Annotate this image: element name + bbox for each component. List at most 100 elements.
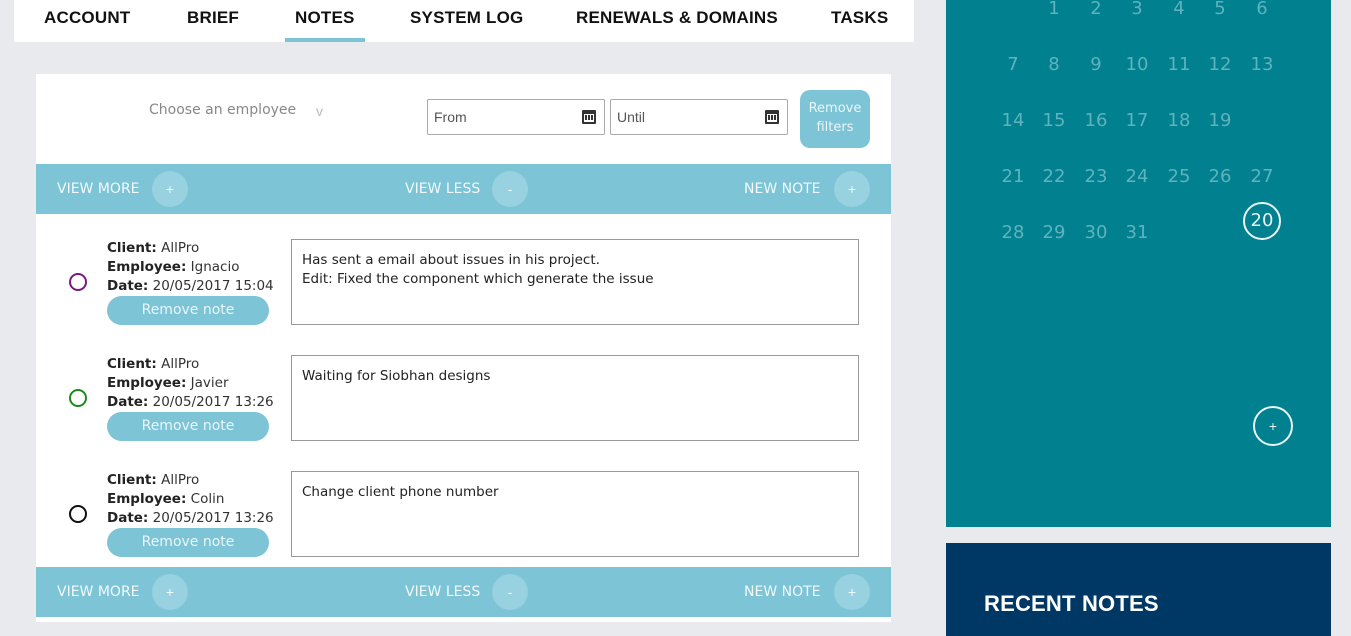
note-line: Has sent a email about issues in his pro… bbox=[302, 252, 600, 268]
calendar-day[interactable]: 27 bbox=[1242, 166, 1282, 187]
tab-brief[interactable]: BRIEF bbox=[187, 0, 239, 42]
remove-filters-button[interactable]: Remove filters bbox=[800, 90, 870, 148]
calendar-day[interactable]: 30 bbox=[1076, 222, 1116, 243]
view-less-button[interactable]: - bbox=[492, 574, 528, 610]
bottom-action-bar: VIEW MORE + VIEW LESS - NEW NOTE + bbox=[36, 567, 891, 617]
view-more-label[interactable]: VIEW MORE bbox=[57, 567, 140, 617]
calendar-day[interactable]: 21 bbox=[993, 166, 1033, 187]
tab-notes[interactable]: NOTES bbox=[285, 0, 365, 42]
tab-renewals-domains[interactable]: RENEWALS & DOMAINS bbox=[576, 0, 778, 42]
calendar-icon[interactable] bbox=[765, 110, 779, 124]
calendar-day[interactable]: 31 bbox=[1117, 222, 1157, 243]
calendar-day[interactable]: 1 bbox=[1034, 0, 1074, 19]
calendar-day[interactable]: 22 bbox=[1034, 166, 1074, 187]
tab-bar: ACCOUNT BRIEF NOTES SYSTEM LOG RENEWALS … bbox=[14, 0, 914, 42]
calendar-day[interactable]: 23 bbox=[1076, 166, 1116, 187]
calendar-day[interactable]: 5 bbox=[1200, 0, 1240, 19]
employee-label: Employee: bbox=[107, 491, 187, 507]
note-text[interactable]: Has sent a email about issues in his pro… bbox=[291, 239, 859, 325]
chevron-down-icon[interactable]: v bbox=[316, 103, 323, 119]
client-value: AllPro bbox=[161, 240, 200, 256]
calendar-day[interactable]: 11 bbox=[1159, 54, 1199, 75]
calendar-day[interactable]: 13 bbox=[1242, 54, 1282, 75]
client-label: Client: bbox=[107, 472, 157, 488]
date-label: Date: bbox=[107, 510, 149, 526]
calendar-day[interactable]: 12 bbox=[1200, 54, 1240, 75]
employee-value: Javier bbox=[190, 375, 229, 391]
note-item: Client: AllPro Employee: Ignacio Date: 2… bbox=[36, 234, 891, 334]
remove-note-button[interactable]: Remove note bbox=[107, 296, 269, 325]
remove-note-button[interactable]: Remove note bbox=[107, 528, 269, 557]
calendar-day[interactable]: 7 bbox=[993, 54, 1033, 75]
employee-value: Colin bbox=[190, 491, 225, 507]
note-line: Change client phone number bbox=[302, 484, 499, 500]
note-line: Edit: Fixed the component which generate… bbox=[302, 271, 654, 287]
view-less-label[interactable]: VIEW LESS bbox=[405, 567, 480, 617]
calendar-day[interactable]: 6 bbox=[1242, 0, 1282, 19]
until-date-placeholder: Until bbox=[617, 109, 646, 125]
employee-value: Ignacio bbox=[190, 259, 240, 275]
calendar-day[interactable]: 10 bbox=[1117, 54, 1157, 75]
add-event-button[interactable]: + bbox=[1253, 406, 1293, 446]
date-label: Date: bbox=[107, 278, 149, 294]
new-note-label[interactable]: NEW NOTE bbox=[744, 164, 821, 214]
tab-system-log[interactable]: SYSTEM LOG bbox=[410, 0, 523, 42]
note-item: Client: AllPro Employee: Colin Date: 20/… bbox=[36, 466, 891, 566]
note-item: Client: AllPro Employee: Javier Date: 20… bbox=[36, 350, 891, 450]
note-text[interactable]: Waiting for Siobhan designs bbox=[291, 355, 859, 441]
from-date-input[interactable]: From bbox=[427, 99, 605, 135]
view-more-button[interactable]: + bbox=[152, 171, 188, 207]
filters-bar: Choose an employee v From Until Remove f… bbox=[36, 74, 891, 164]
employee-select[interactable]: Choose an employee bbox=[149, 102, 339, 126]
employee-label: Employee: bbox=[107, 259, 187, 275]
view-less-button[interactable]: - bbox=[492, 171, 528, 207]
calendar-day[interactable]: 2 bbox=[1076, 0, 1116, 19]
calendar-day[interactable]: 29 bbox=[1034, 222, 1074, 243]
calendar-day[interactable]: 17 bbox=[1117, 110, 1157, 131]
calendar-day[interactable]: 18 bbox=[1159, 110, 1199, 131]
calendar-day[interactable]: 24 bbox=[1117, 166, 1157, 187]
note-line: Waiting for Siobhan designs bbox=[302, 368, 491, 384]
new-note-label[interactable]: NEW NOTE bbox=[744, 567, 821, 617]
new-note-button[interactable]: + bbox=[834, 574, 870, 610]
note-select-radio[interactable] bbox=[69, 505, 87, 523]
note-meta: Client: AllPro Employee: Ignacio Date: 2… bbox=[107, 239, 274, 296]
calendar-day-today[interactable]: 20 bbox=[1243, 202, 1281, 240]
calendar-day[interactable]: 25 bbox=[1159, 166, 1199, 187]
top-action-bar: VIEW MORE + VIEW LESS - NEW NOTE + bbox=[36, 164, 891, 214]
note-select-radio[interactable] bbox=[69, 389, 87, 407]
view-less-label[interactable]: VIEW LESS bbox=[405, 164, 480, 214]
calendar-day[interactable]: 4 bbox=[1159, 0, 1199, 19]
note-text[interactable]: Change client phone number bbox=[291, 471, 859, 557]
calendar-day[interactable]: 3 bbox=[1117, 0, 1157, 19]
date-value: 20/05/2017 13:26 bbox=[152, 510, 274, 526]
remove-note-button[interactable]: Remove note bbox=[107, 412, 269, 441]
calendar-icon[interactable] bbox=[582, 110, 596, 124]
note-meta: Client: AllPro Employee: Colin Date: 20/… bbox=[107, 471, 274, 528]
calendar-day[interactable]: 28 bbox=[993, 222, 1033, 243]
calendar-day[interactable]: 9 bbox=[1076, 54, 1116, 75]
until-date-input[interactable]: Until bbox=[610, 99, 788, 135]
note-select-radio[interactable] bbox=[69, 273, 87, 291]
calendar-day[interactable]: 19 bbox=[1200, 110, 1240, 131]
view-more-label[interactable]: VIEW MORE bbox=[57, 164, 140, 214]
client-label: Client: bbox=[107, 240, 157, 256]
calendar-day[interactable]: 14 bbox=[993, 110, 1033, 131]
tab-tasks[interactable]: TASKS bbox=[831, 0, 888, 42]
note-meta: Client: AllPro Employee: Javier Date: 20… bbox=[107, 355, 274, 412]
tab-account[interactable]: ACCOUNT bbox=[44, 0, 130, 42]
calendar-day[interactable]: 8 bbox=[1034, 54, 1074, 75]
notes-panel: Choose an employee v From Until Remove f… bbox=[36, 74, 891, 622]
view-more-button[interactable]: + bbox=[152, 574, 188, 610]
date-value: 20/05/2017 13:26 bbox=[152, 394, 274, 410]
from-date-placeholder: From bbox=[434, 109, 467, 125]
calendar-day[interactable]: 15 bbox=[1034, 110, 1074, 131]
client-label: Client: bbox=[107, 356, 157, 372]
calendar-day[interactable]: 16 bbox=[1076, 110, 1116, 131]
client-value: AllPro bbox=[161, 472, 200, 488]
client-value: AllPro bbox=[161, 356, 200, 372]
calendar-widget: + 1 2 3 4 5 6 7 8 9 10 11 12 13 14 15 16 17 18 19 20 21 22 23 2… bbox=[946, 0, 1331, 527]
new-note-button[interactable]: + bbox=[834, 171, 870, 207]
date-label: Date: bbox=[107, 394, 149, 410]
calendar-day[interactable]: 26 bbox=[1200, 166, 1240, 187]
